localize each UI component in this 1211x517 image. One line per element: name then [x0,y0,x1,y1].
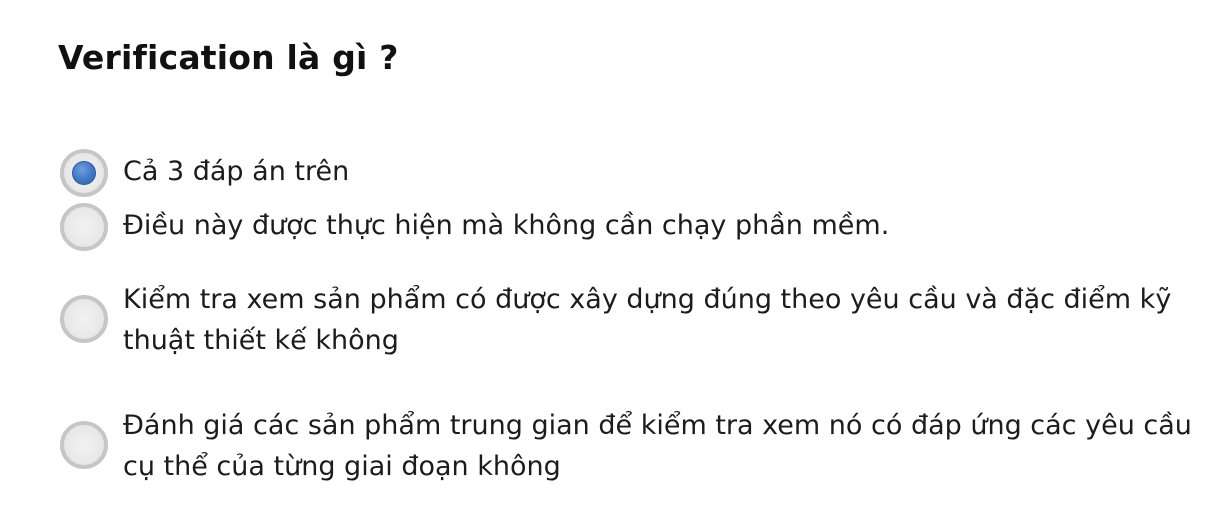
option-label[interactable]: Kiểm tra xem sản phẩm có được xây dựng đ… [123,279,1208,361]
radio-button[interactable] [60,203,108,251]
option-label[interactable]: Đánh giá các sản phẩm trung gian để kiểm… [123,405,1208,487]
option-label[interactable]: Cả 3 đáp án trên [123,151,1208,192]
radio-button[interactable] [60,421,108,469]
radio-button-selected[interactable] [60,149,108,197]
option-item[interactable]: Điều này được thực hiện mà không cần chạ… [60,203,1208,251]
radio-button[interactable] [60,295,108,343]
option-item[interactable]: Cả 3 đáp án trên [60,149,1208,197]
option-item[interactable]: Kiểm tra xem sản phẩm có được xây dựng đ… [60,282,1208,361]
option-label[interactable]: Điều này được thực hiện mà không cần chạ… [123,205,1208,246]
question-title: Verification là gì ? [58,38,399,77]
option-item[interactable]: Đánh giá các sản phẩm trung gian để kiểm… [60,408,1208,487]
